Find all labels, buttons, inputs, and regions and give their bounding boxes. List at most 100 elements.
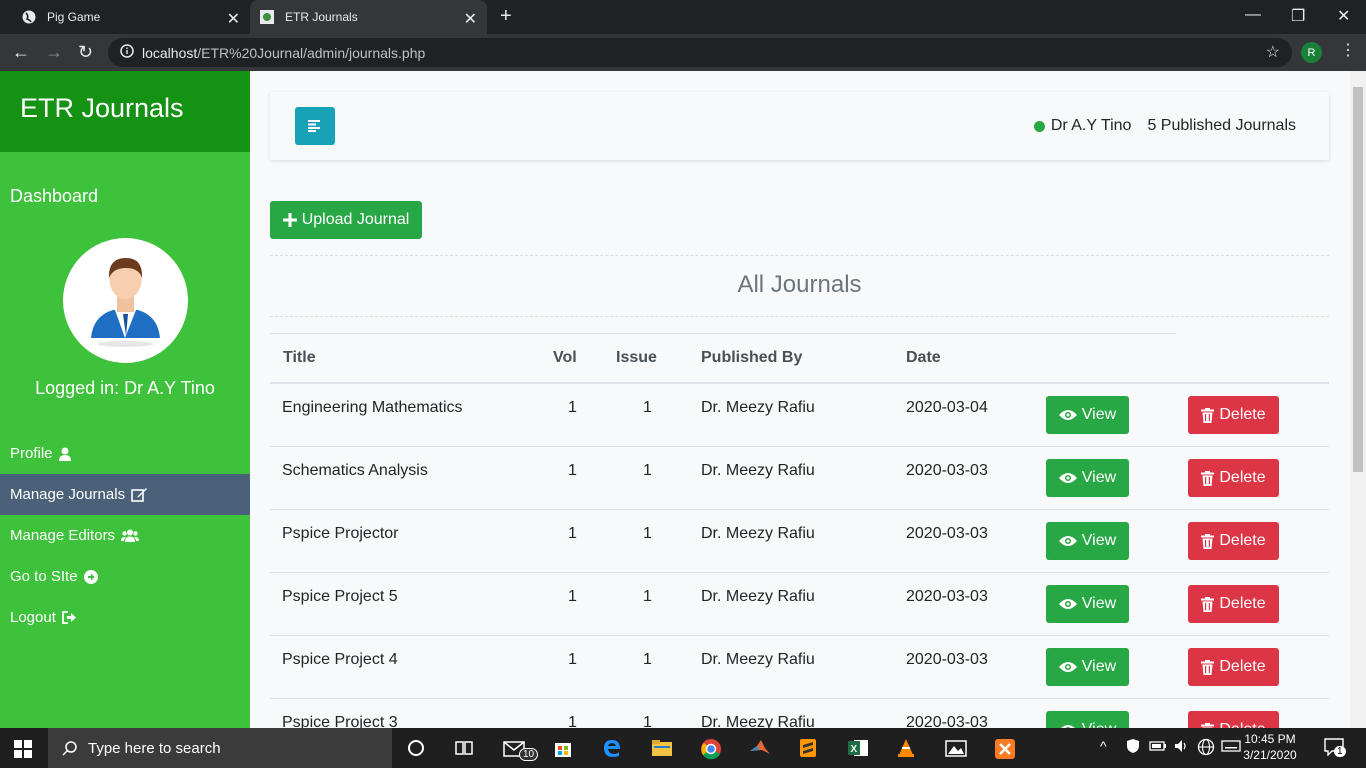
sidebar-item-logout[interactable]: Logout <box>0 597 250 638</box>
eye-icon <box>1058 410 1077 420</box>
browser-tab-bar: Pig Game ✕ ETR Journals ✕ + — ❐ ✕ <box>0 0 1366 34</box>
eye-icon <box>1058 536 1077 546</box>
mail-icon[interactable]: 10 <box>503 738 539 761</box>
taskbar-search[interactable]: Type here to search <box>48 728 392 768</box>
new-tab-icon[interactable]: + <box>500 5 512 28</box>
close-tab-icon[interactable]: ✕ <box>227 9 240 29</box>
logged-in-label: Logged in: Dr A.Y Tino <box>35 378 215 398</box>
restore-icon[interactable]: ❐ <box>1291 6 1305 26</box>
browser-toolbar: ← → ↻ localhost/ETR%20Journal/admin/jour… <box>0 34 1366 71</box>
sidebar-item-label: Go to SIte <box>10 568 78 585</box>
cell-issue: 1 <box>643 588 652 605</box>
delete-button[interactable]: Delete <box>1188 522 1279 560</box>
delete-label: Delete <box>1219 595 1266 612</box>
file-explorer-icon[interactable] <box>651 738 673 760</box>
header-vol: Vol <box>553 349 577 366</box>
notification-center-icon[interactable]: 1 <box>1324 738 1346 760</box>
reload-icon[interactable]: ↻ <box>78 42 93 63</box>
cell-date: 2020-03-03 <box>906 462 988 479</box>
edit-icon <box>131 487 148 502</box>
windows-start-icon[interactable] <box>14 740 32 763</box>
users-icon <box>121 529 140 542</box>
taskbar: Type here to search 10 X ^ 10:45 PM 3/21… <box>0 728 1366 768</box>
view-button[interactable]: View <box>1046 522 1129 560</box>
address-bar[interactable]: localhost/ETR%20Journal/admin/journals.p… <box>108 38 1292 67</box>
sidebar-item-go-to-site[interactable]: Go to SIte <box>0 556 250 597</box>
brand-title[interactable]: ETR Journals <box>0 71 250 152</box>
menu-dots-icon[interactable]: ⋮ <box>1340 40 1356 60</box>
network-globe-icon[interactable] <box>1197 738 1219 760</box>
user-icon <box>58 447 71 461</box>
delete-button[interactable]: Delete <box>1188 585 1279 623</box>
close-tab-icon[interactable]: ✕ <box>464 9 477 29</box>
edge-icon[interactable] <box>602 738 624 760</box>
cortana-icon[interactable] <box>406 738 428 760</box>
cell-published-by: Dr. Meezy Rafiu <box>701 399 815 416</box>
delete-label: Delete <box>1219 406 1266 423</box>
view-button[interactable]: View <box>1046 459 1129 497</box>
volume-icon[interactable] <box>1173 738 1195 760</box>
delete-label: Delete <box>1219 658 1266 675</box>
cell-published-by: Dr. Meezy Rafiu <box>701 525 815 542</box>
sidebar-item-profile[interactable]: Profile <box>0 433 250 474</box>
store-icon[interactable] <box>553 738 575 760</box>
user-name: Dr A.Y Tino <box>1050 117 1132 134</box>
task-view-icon[interactable] <box>454 738 476 760</box>
tab-etr-journals[interactable]: ETR Journals ✕ <box>250 0 487 34</box>
scrollbar-thumb[interactable] <box>1353 87 1363 472</box>
profile-avatar[interactable]: R <box>1301 42 1322 63</box>
view-button[interactable]: View <box>1046 585 1129 623</box>
sidebar-item-manage-journals[interactable]: Manage Journals <box>0 474 250 515</box>
info-icon[interactable] <box>120 44 134 61</box>
matlab-icon[interactable] <box>749 738 771 760</box>
sublime-text-icon[interactable] <box>798 738 820 760</box>
sidebar-item-manage-editors[interactable]: Manage Editors <box>0 515 250 556</box>
delete-button[interactable]: Delete <box>1188 648 1279 686</box>
battery-icon[interactable] <box>1149 738 1171 760</box>
view-button[interactable]: View <box>1046 711 1129 728</box>
view-button[interactable]: View <box>1046 648 1129 686</box>
delete-button[interactable]: Delete <box>1188 396 1279 434</box>
view-label: View <box>1081 532 1117 549</box>
view-label: View <box>1081 406 1117 423</box>
delete-button[interactable]: Delete <box>1188 459 1279 497</box>
delete-button[interactable]: Delete <box>1188 711 1279 728</box>
header-issue: Issue <box>616 349 657 366</box>
notification-badge: 1 <box>1334 746 1346 757</box>
search-icon <box>62 741 77 756</box>
delete-label: Delete <box>1219 721 1265 728</box>
minimize-icon[interactable]: — <box>1245 6 1261 24</box>
cell-date: 2020-03-03 <box>906 588 988 605</box>
vlc-icon[interactable] <box>896 738 918 760</box>
photos-icon[interactable] <box>945 738 967 760</box>
bookmark-star-icon[interactable]: ☆ <box>1266 42 1280 62</box>
forward-icon[interactable]: → <box>45 42 63 63</box>
sidebar-item-label: Logout <box>10 609 56 626</box>
xampp-icon[interactable] <box>994 738 1016 760</box>
sidebar-toggle-button[interactable] <box>295 107 335 145</box>
upload-journal-button[interactable]: Upload Journal <box>270 201 422 239</box>
tab-title: Pig Game <box>47 10 101 24</box>
system-clock[interactable]: 10:45 PM 3/21/2020 <box>1240 731 1300 763</box>
cell-issue: 1 <box>643 462 652 479</box>
close-window-icon[interactable]: ✕ <box>1337 6 1350 26</box>
excel-icon[interactable]: X <box>847 738 869 760</box>
chevron-up-icon[interactable]: ^ <box>1100 738 1122 760</box>
trash-icon <box>1201 470 1215 486</box>
cell-issue: 1 <box>643 714 652 728</box>
page-scrollbar[interactable] <box>1350 71 1366 728</box>
security-shield-icon[interactable] <box>1125 738 1147 760</box>
table-row: Pspice Project 5 1 1 Dr. Meezy Rafiu 202… <box>270 573 1329 636</box>
chrome-icon[interactable] <box>700 738 722 760</box>
table-row: Engineering Mathematics 1 1 Dr. Meezy Ra… <box>270 384 1329 447</box>
cell-published-by: Dr. Meezy Rafiu <box>701 651 815 668</box>
clock-time: 10:45 PM <box>1244 732 1296 746</box>
view-button[interactable]: View <box>1046 396 1129 434</box>
cell-date: 2020-03-04 <box>906 399 988 416</box>
sidebar-item-label: Manage Editors <box>10 527 116 544</box>
plus-icon <box>282 213 297 227</box>
eye-icon <box>1058 662 1077 672</box>
tab-pig-game[interactable]: Pig Game ✕ <box>0 0 250 34</box>
back-icon[interactable]: ← <box>12 42 30 63</box>
cell-date: 2020-03-03 <box>906 714 988 728</box>
